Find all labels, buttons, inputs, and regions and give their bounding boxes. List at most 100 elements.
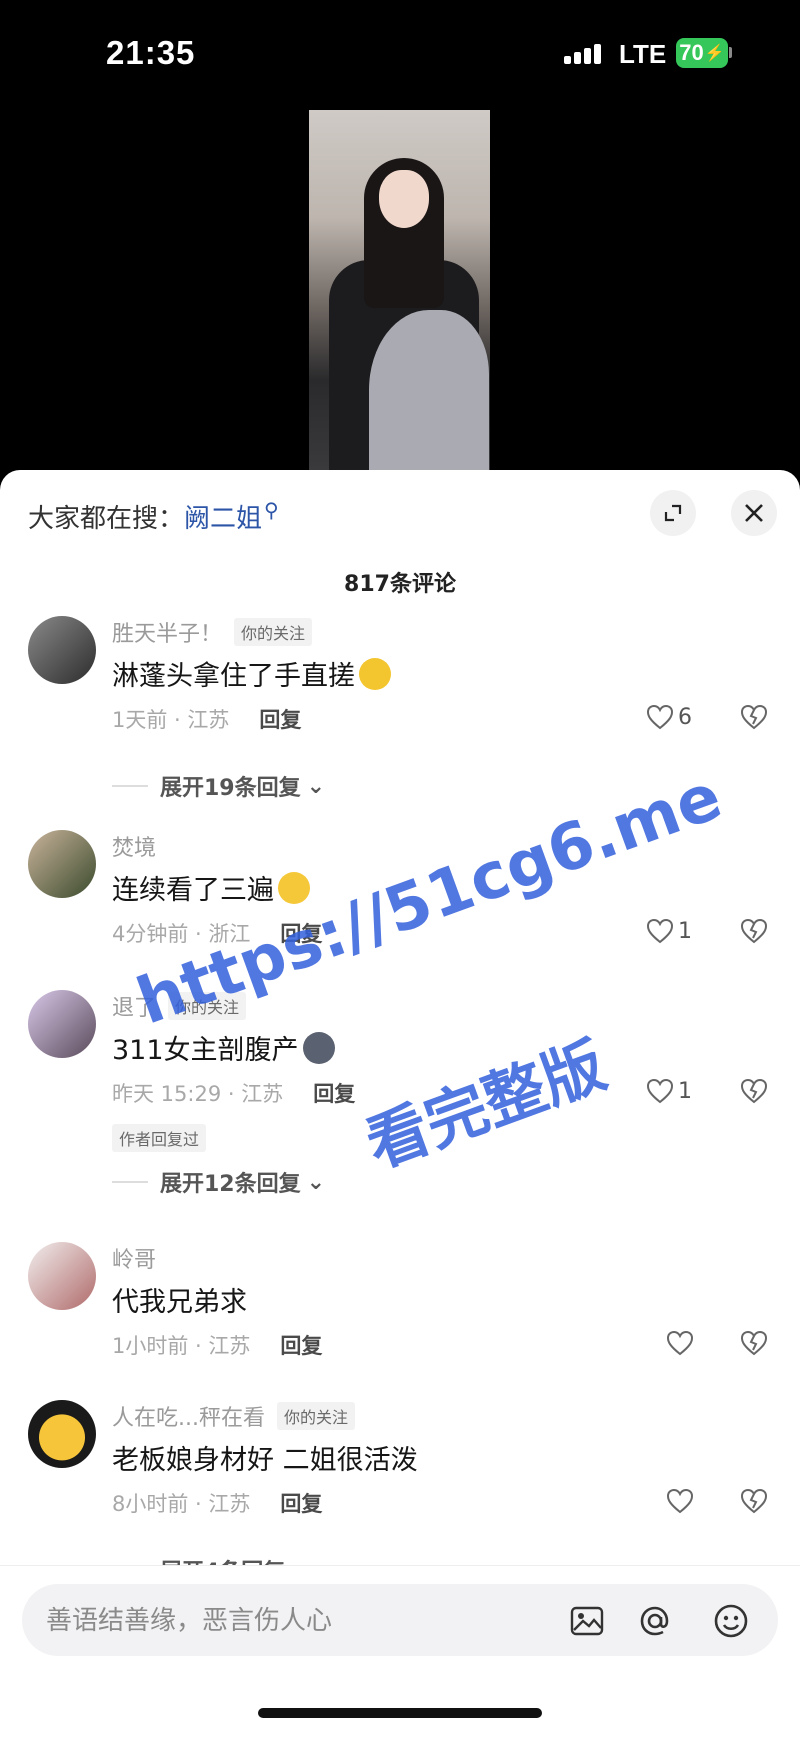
avatar[interactable] [28,1242,96,1310]
comment-username: 焚境 [112,836,157,861]
reply-button[interactable]: 回复 [259,704,301,734]
comment-time-location: 1天前 · 江苏 [112,708,230,732]
comment-user[interactable]: 人在吃...秤在看 你的关注 [112,1400,355,1432]
battery-level: 70 [679,40,704,65]
comment-username: 胜天半子！ [112,622,223,647]
comment-meta: 昨天 15:29 · 江苏 回复 [112,1078,355,1108]
expand-icon [664,504,682,522]
dislike-button[interactable] [740,918,768,948]
avatar[interactable] [28,1400,96,1468]
mention-button[interactable] [636,1602,674,1640]
comment-body: 代我兄弟求 [112,1287,247,1318]
heart-icon [666,1488,694,1514]
broken-heart-icon [740,704,768,730]
avatar[interactable] [28,616,96,684]
trending-search: 大家都在搜： 阙二姐 ⚲ [28,496,279,536]
expand-replies[interactable]: 展开19条回复 ⌄ [112,770,325,802]
comment-input-box [22,1584,778,1658]
comment-text: 淋蓬头拿住了手直搓 [112,654,391,693]
dislike-button[interactable] [740,1078,768,1108]
reply-button[interactable]: 回复 [280,1488,322,1518]
trending-search-label: 大家都在搜： [28,503,185,534]
comment-panel: 大家都在搜： 阙二姐 ⚲ 817条评论 胜天半子！ 你的关注 淋蓬头拿住了手直搓 … [0,470,800,1736]
dislike-button[interactable] [740,1488,768,1518]
comment-body: 311女主剖腹产 [112,1035,299,1066]
reply-button[interactable]: 回复 [280,1330,322,1360]
at-icon [640,1606,669,1636]
status-bar: 21:35 LTE 70 ⚡ [0,0,800,100]
comment-username: 人在吃...秤在看 [112,1406,265,1431]
image-icon [570,1606,604,1636]
comment-time-location: 8小时前 · 江苏 [112,1492,251,1516]
dislike-button[interactable] [740,1330,768,1360]
like-button[interactable] [666,1330,698,1356]
video-figure-blanket [369,310,489,470]
comment-count: 817条评论 [344,572,456,597]
expand-divider [112,785,148,787]
heart-icon [646,918,674,944]
expand-button[interactable] [650,490,696,536]
emoji-button[interactable] [712,1602,750,1640]
heart-icon [646,704,674,730]
author-replied-tag: 作者回复过 [112,1124,207,1152]
close-icon [745,504,763,522]
smiley-icon [714,1604,748,1638]
like-count: 6 [678,704,692,730]
comment-meta: 8小时前 · 江苏 回复 [112,1488,322,1518]
like-button[interactable]: 6 [646,704,692,730]
like-count: 1 [678,918,692,944]
comment-meta: 1小时前 · 江苏 回复 [112,1330,322,1360]
emoji-icon [359,657,391,690]
laughing-emoji-icon [278,871,310,904]
follow-tag: 你的关注 [276,1402,355,1430]
video-figure-face [379,170,429,228]
search-icon: ⚲ [264,498,279,522]
battery-cap [729,47,732,58]
comment-body: 淋蓬头拿住了手直搓 [112,661,355,692]
expand-divider [112,1181,148,1183]
follow-tag: 你的关注 [234,618,313,646]
expand-replies-label: 展开19条回复 [160,776,301,801]
comment-user[interactable]: 焚境 [112,830,156,862]
image-button[interactable] [568,1602,606,1640]
avatar[interactable] [28,830,96,898]
home-indicator[interactable] [258,1708,542,1718]
video-player[interactable] [309,110,490,470]
watermark-caption: 看完整版 [356,1028,615,1182]
comment-text: 老板娘身材好 二姐很活泼 [112,1438,418,1477]
broken-heart-icon [740,1330,768,1356]
heart-icon [646,1078,674,1104]
trending-search-link[interactable]: 阙二姐 [184,498,262,535]
avatar[interactable] [28,990,96,1058]
comment-meta: 1天前 · 江苏 回复 [112,704,301,734]
comment-user[interactable]: 岭哥 [112,1242,156,1274]
status-time: 21:35 [106,34,196,71]
comment-body: 老板娘身材好 二姐很活泼 [112,1445,418,1476]
heart-icon [666,1330,694,1356]
broken-heart-icon [740,1488,768,1514]
comment-text: 连续看了三遍 [112,868,310,907]
comment-text: 311女主剖腹产 [112,1028,335,1067]
broken-heart-icon [740,1078,768,1104]
chevron-down-icon: ⌄ [306,1169,326,1195]
comment-body: 连续看了三遍 [112,875,274,906]
comment-text: 代我兄弟求 [112,1280,247,1319]
like-button[interactable]: 1 [646,918,692,944]
comment-time-location: 1小时前 · 江苏 [112,1334,251,1358]
comment-user[interactable]: 胜天半子！ 你的关注 [112,616,313,648]
broken-heart-icon [740,918,768,944]
like-button[interactable] [666,1488,698,1514]
expand-replies-label: 展开12条回复 [160,1172,301,1197]
dislike-button[interactable] [740,704,768,734]
dog-emoji-icon [302,1031,335,1064]
network-type: LTE [619,39,667,69]
reply-button[interactable]: 回复 [313,1078,355,1108]
comment-time-location: 昨天 15:29 · 江苏 [112,1082,284,1106]
signal-icon [564,42,606,64]
comment-input[interactable] [44,1584,548,1658]
like-count: 1 [678,1078,692,1104]
comment-username: 岭哥 [112,1248,157,1273]
like-button[interactable]: 1 [646,1078,692,1104]
close-button[interactable] [731,490,777,536]
expand-replies[interactable]: 展开12条回复 ⌄ [112,1166,325,1198]
